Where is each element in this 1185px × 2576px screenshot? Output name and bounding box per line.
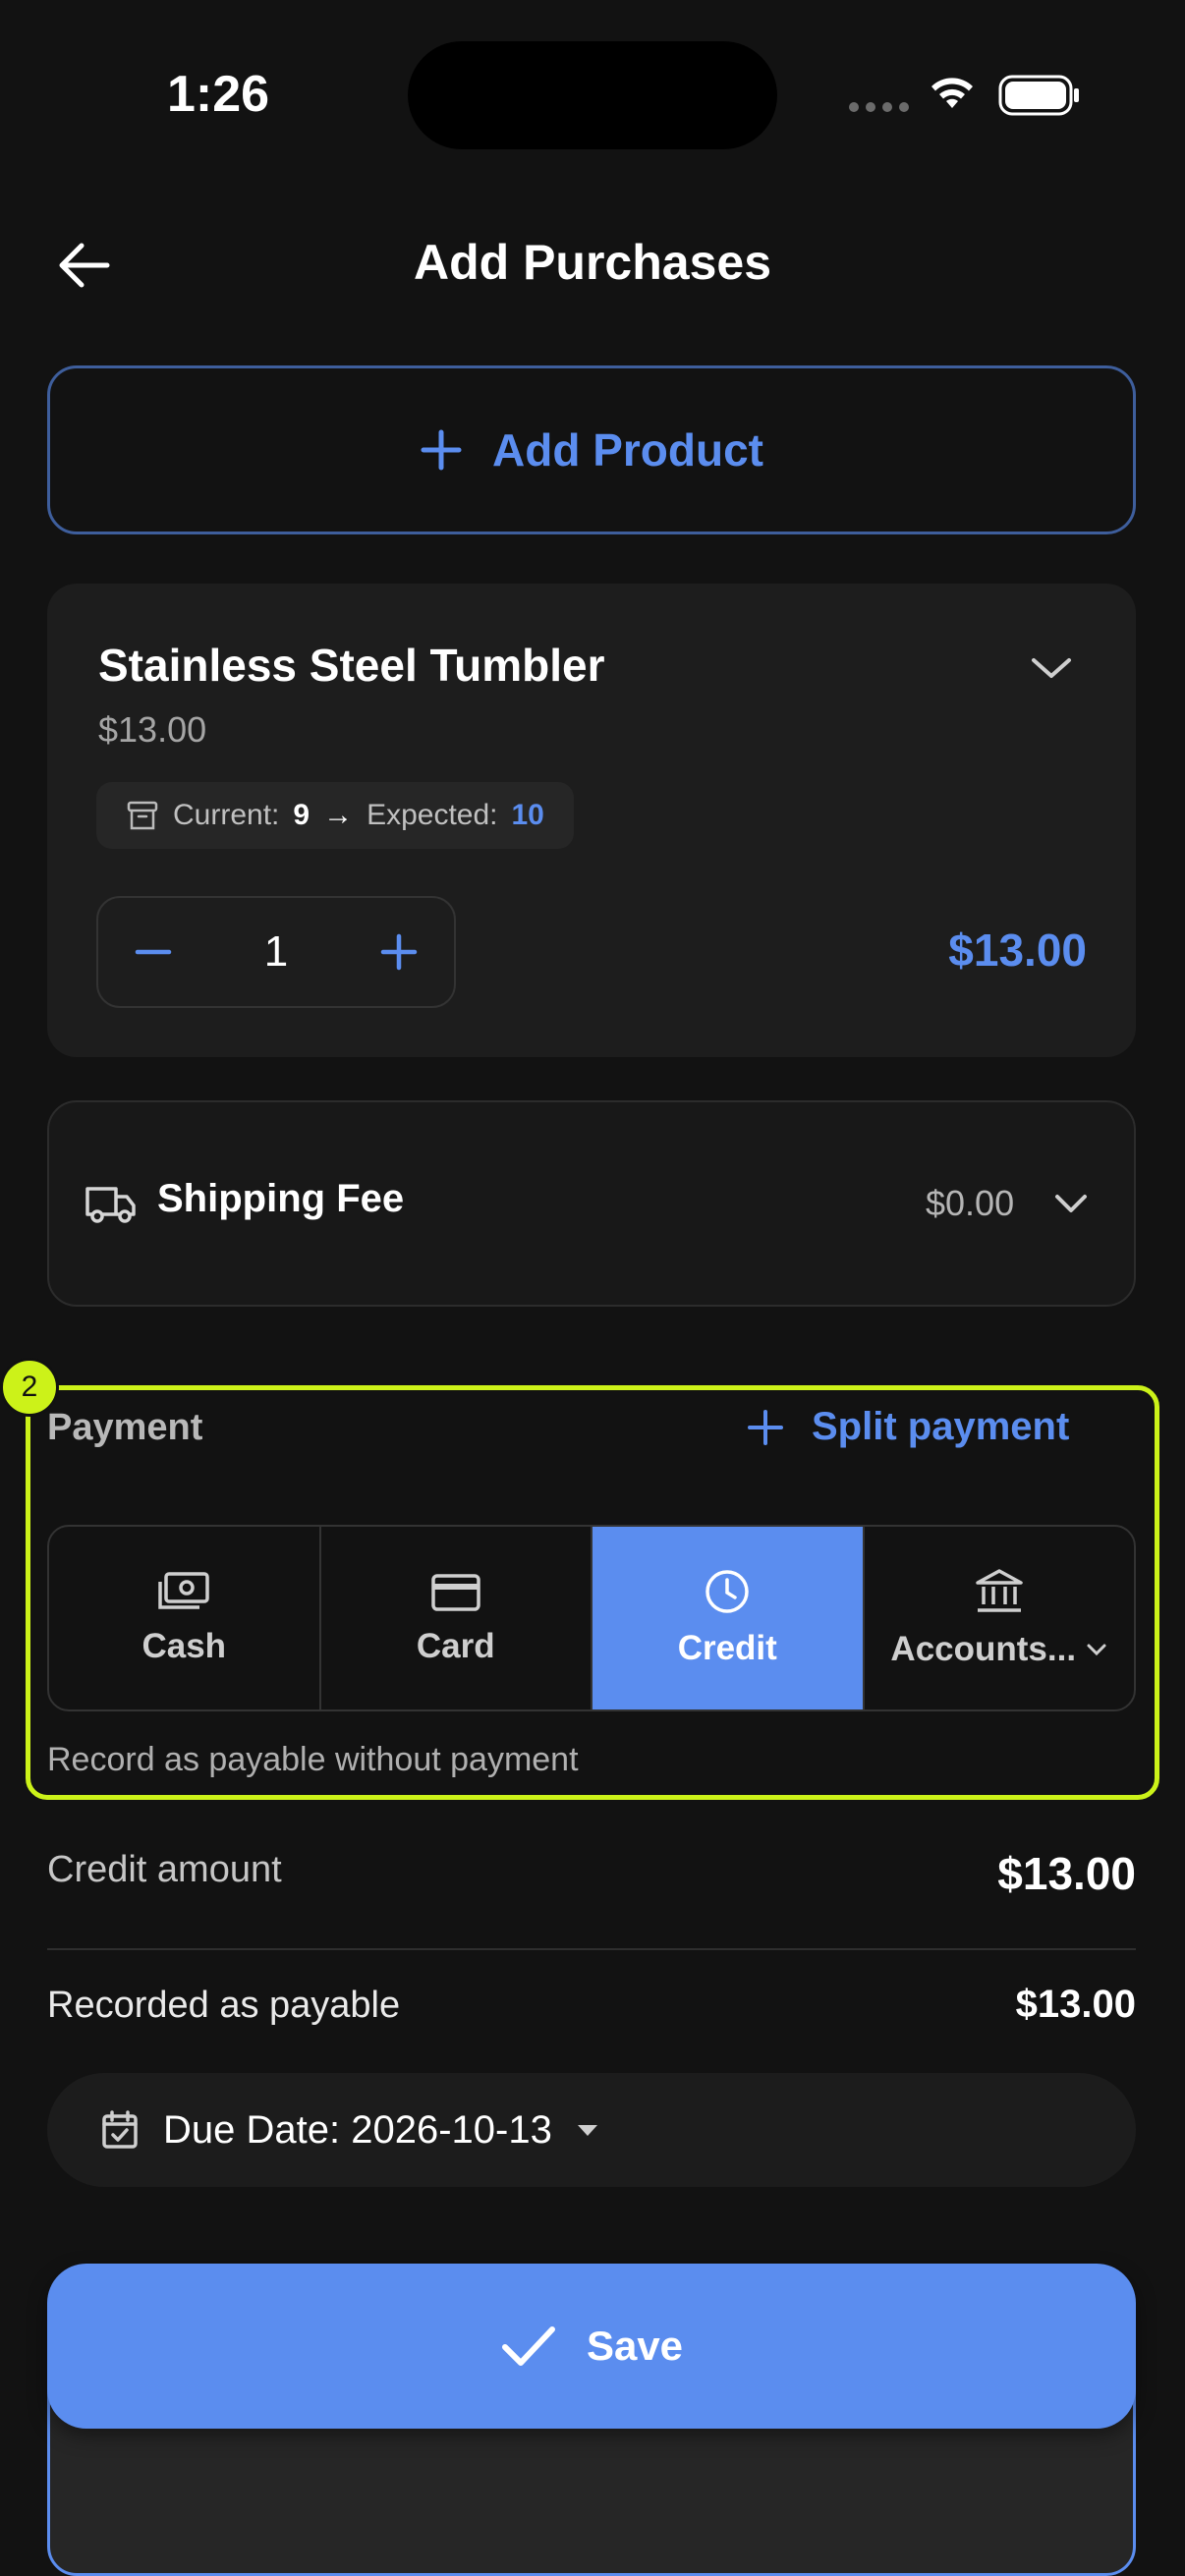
dynamic-island	[408, 41, 777, 149]
plus-icon	[748, 1409, 783, 1445]
quantity-stepper: 1	[96, 896, 456, 1008]
plus-icon	[421, 429, 462, 471]
plus-icon[interactable]	[379, 932, 419, 972]
add-product-button[interactable]: Add Product	[47, 365, 1136, 534]
current-label: Current:	[173, 799, 280, 831]
product-name: Stainless Steel Tumbler	[98, 640, 605, 691]
chevron-down-icon	[1087, 1644, 1106, 1656]
payment-method-label: Card	[416, 1627, 495, 1665]
expected-value: 10	[511, 799, 544, 831]
payment-method-label: Credit	[677, 1629, 777, 1667]
payment-hint: Record as payable without payment	[47, 1741, 579, 1778]
payment-label: Payment	[47, 1407, 203, 1448]
save-label: Save	[586, 2323, 684, 2369]
due-date-label: Due Date: 2026-10-13	[163, 2107, 552, 2152]
stock-info: Current: 9 → Expected: 10	[96, 782, 574, 849]
arrow-right-icon: →	[323, 799, 354, 831]
battery-icon	[998, 75, 1079, 116]
shipping-fee-value: $0.00	[926, 1183, 1015, 1223]
wifi-icon	[931, 78, 973, 108]
caret-down-icon	[577, 2125, 597, 2136]
clock-icon	[705, 1570, 749, 1613]
payment-method-cash[interactable]: Cash	[49, 1527, 321, 1709]
current-value: 9	[293, 799, 310, 831]
archive-box-icon	[127, 801, 158, 830]
bank-icon	[976, 1569, 1023, 1612]
credit-amount-value: $13.00	[997, 1848, 1136, 1899]
shipping-fee-label: Shipping Fee	[157, 1177, 405, 1220]
save-button[interactable]: Save	[47, 2264, 1136, 2429]
chevron-down-icon[interactable]	[1022, 648, 1081, 688]
payment-method-label: Accounts...	[890, 1630, 1077, 1668]
payment-method-card[interactable]: Card	[321, 1527, 592, 1709]
product-unit-price: $13.00	[98, 709, 207, 750]
split-payment-label: Split payment	[812, 1405, 1070, 1448]
divider	[47, 1948, 1136, 1950]
credit-amount-label: Credit amount	[47, 1849, 282, 1890]
signal-dots-icon	[849, 102, 909, 112]
due-date-picker[interactable]: Due Date: 2026-10-13	[47, 2073, 1136, 2187]
minus-icon[interactable]	[134, 932, 173, 972]
payment-method-selector: Cash Card Credit Accounts...	[47, 1525, 1136, 1711]
page-title: Add Purchases	[413, 235, 771, 290]
payable-label: Recorded as payable	[47, 1985, 401, 2026]
add-product-label: Add Product	[492, 424, 763, 476]
expected-label: Expected:	[367, 799, 498, 831]
chevron-down-icon[interactable]	[1051, 1189, 1091, 1220]
cash-icon	[158, 1572, 209, 1609]
split-payment-button[interactable]: Split payment	[747, 1405, 1069, 1449]
payment-method-credit[interactable]: Credit	[592, 1527, 865, 1709]
calendar-check-icon	[102, 2110, 138, 2149]
line-total: $13.00	[948, 924, 1087, 976]
truck-icon	[85, 1187, 136, 1223]
quantity-value[interactable]: 1	[264, 927, 288, 977]
status-time: 1:26	[167, 66, 270, 123]
payment-method-accounts[interactable]: Accounts...	[865, 1527, 1135, 1709]
payment-method-label: Cash	[141, 1627, 227, 1665]
checkmark-icon	[501, 2326, 555, 2366]
card-icon	[431, 1574, 480, 1611]
payable-value: $13.00	[1015, 1983, 1136, 2026]
